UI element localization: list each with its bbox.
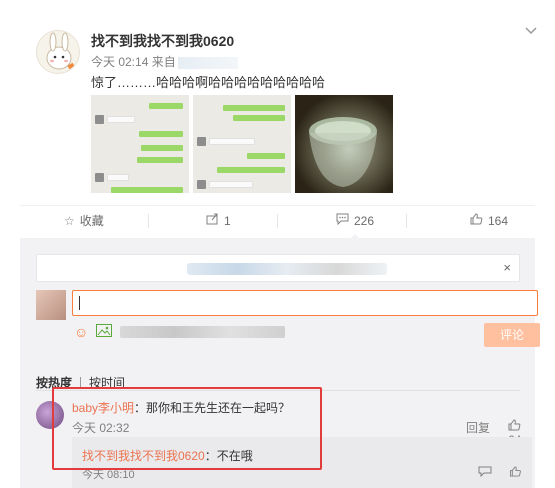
comment-input[interactable]	[72, 290, 538, 316]
post-text: 惊了………哈哈哈啊哈哈哈哈哈哈哈哈哈	[91, 75, 326, 90]
repost-count: 1	[224, 214, 231, 228]
submit-comment-button[interactable]: 评论	[484, 323, 540, 347]
like-button[interactable]: 164	[470, 206, 508, 236]
text-caret	[79, 296, 80, 310]
emoji-icon[interactable]: ☺	[74, 324, 88, 340]
comment-icon	[336, 206, 349, 236]
sub-reply-like-button[interactable]	[509, 466, 522, 480]
comment-button[interactable]: 226	[336, 206, 375, 240]
notice-bar: ×	[36, 254, 520, 282]
post-source-prefix: 来自	[151, 55, 176, 69]
reply-button[interactable]: 回复	[466, 419, 490, 436]
post-time[interactable]: 今天 02:14	[91, 55, 148, 69]
favorite-button[interactable]: ☆ 收藏	[64, 206, 104, 236]
post-source-redacted	[177, 56, 238, 69]
image-icon[interactable]	[96, 324, 112, 340]
favorite-label: 收藏	[79, 214, 104, 228]
thumbs-up-icon	[508, 419, 521, 433]
comment-text: ：那你和王先生还在一起吗？	[134, 401, 291, 415]
author-avatar[interactable]	[36, 30, 80, 74]
comment-count: 226	[354, 214, 375, 228]
sub-reply-author[interactable]: 找不到我找不到我0620	[82, 449, 205, 463]
post-author[interactable]: 找不到我找不到我0620	[91, 31, 234, 51]
sub-reply: 找不到我找不到我0620：不在哦 今天 08:10	[72, 437, 532, 488]
star-icon: ☆	[64, 214, 75, 228]
sub-reply-body: 找不到我找不到我0620：不在哦	[82, 447, 253, 464]
tab-sort-hot[interactable]: 按热度	[36, 376, 72, 390]
repost-icon	[206, 206, 219, 236]
divider	[406, 214, 407, 228]
chat-screenshot-2[interactable]	[193, 95, 291, 193]
tab-sort-time[interactable]: 按时间	[89, 376, 125, 390]
sub-reply-actions	[478, 466, 522, 480]
sub-reply-text: ：不在哦	[204, 449, 253, 463]
chevron-down-icon[interactable]	[525, 22, 537, 38]
repost-button[interactable]: 1	[206, 206, 231, 236]
my-avatar[interactable]	[36, 290, 66, 320]
divider	[148, 214, 149, 228]
post-action-bar: ☆ 收藏 1 226 164	[20, 205, 535, 240]
comment-panel: × ☺ 评论 按热度 按时间 baby李小明：那你和王先生还在一起吗？ 今天 02…	[20, 238, 540, 488]
close-icon[interactable]: ×	[503, 260, 511, 275]
sub-reply-button[interactable]	[478, 466, 495, 480]
divider	[277, 214, 278, 228]
comment-body: baby李小明：那你和王先生还在一起吗？	[72, 399, 290, 416]
like-count: 164	[488, 214, 509, 228]
cup-photo[interactable]	[295, 95, 393, 193]
sub-reply-time: 今天 08:10	[82, 469, 135, 481]
notice-redacted	[187, 263, 387, 275]
post-meta: 今天 02:14 来自	[91, 53, 238, 70]
thumbs-up-icon	[470, 206, 483, 236]
sort-tabs: 按热度 按时间	[36, 374, 125, 391]
divider	[36, 390, 520, 391]
composer-option-redacted	[120, 326, 285, 338]
divider	[80, 377, 82, 388]
weibo-post: 找不到我找不到我0620 今天 02:14 来自 惊了………哈哈哈啊哈哈哈哈哈哈…	[0, 0, 555, 200]
commenter-avatar[interactable]	[36, 401, 64, 429]
chat-screenshot-1[interactable]	[91, 95, 189, 193]
comment-time: 今天 02:32	[72, 421, 130, 435]
commenter-name[interactable]: baby李小明	[72, 401, 134, 415]
